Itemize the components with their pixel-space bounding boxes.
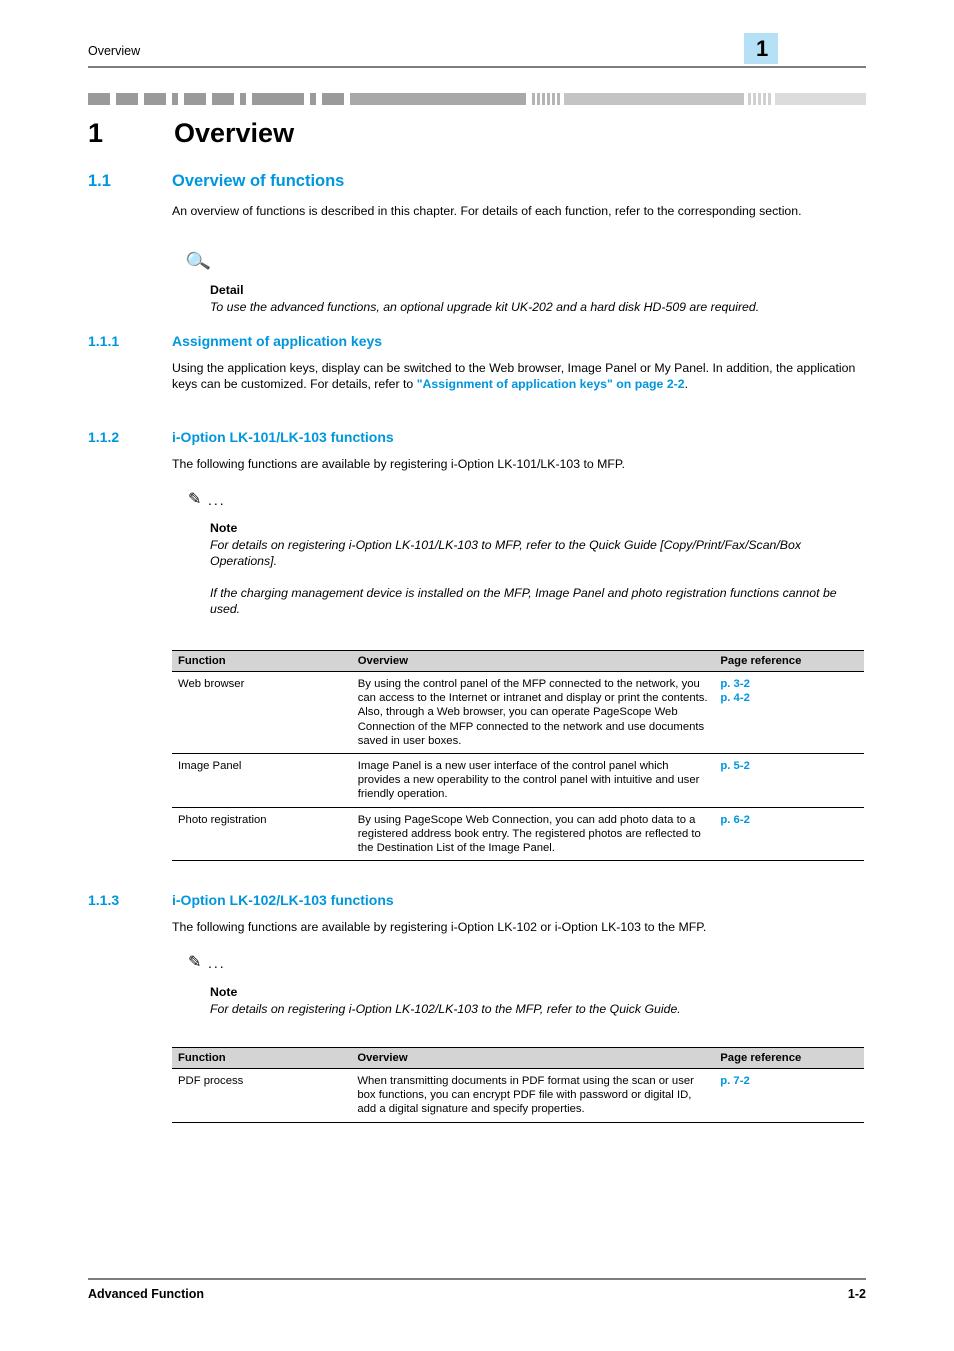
- note-label-1: Note: [210, 521, 238, 535]
- table1-header-function: Function: [172, 650, 352, 672]
- section-1-1-3-title: i-Option LK-102/LK-103 functions: [172, 892, 394, 908]
- magnifier-icon: 🔍: [184, 249, 212, 276]
- table-header-row: Function Overview Page reference: [172, 1047, 864, 1069]
- section-1-1-1-body-part2: .: [684, 377, 689, 391]
- note-dots: ...: [208, 955, 226, 971]
- table1-row1-overview: Image Panel is a new user interface of t…: [351, 753, 715, 808]
- note-text-2a: For details on registering i-Option LK-1…: [210, 1002, 681, 1016]
- page-ref-link[interactable]: p. 6-2: [720, 813, 858, 827]
- pencil-icon: ✎: [188, 491, 202, 508]
- page-ref-link[interactable]: p. 4-2: [720, 691, 858, 705]
- functions-table-1: Function Overview Page reference Web bro…: [172, 650, 864, 862]
- section-1-1-1-body: Using the application keys, display can …: [172, 360, 864, 392]
- table1-header-page-reference: Page reference: [714, 650, 864, 672]
- section-1-1-2-title: i-Option LK-101/LK-103 functions: [172, 429, 394, 445]
- table-row: Web browser By using the control panel o…: [172, 671, 864, 755]
- document-page: Overview 1 1 Overview 1.1 Overview of fu…: [0, 0, 954, 1351]
- table1-row1-page-reference: p. 5-2: [714, 753, 864, 808]
- note-text-1b: If the charging management device is ins…: [210, 586, 837, 616]
- section-1-1-title: Overview of functions: [172, 172, 345, 190]
- table2-row0-overview: When transmitting documents in PDF forma…: [351, 1068, 715, 1123]
- section-1-1-1-title: Assignment of application keys: [172, 333, 383, 349]
- table2-header-overview: Overview: [351, 1047, 715, 1069]
- table2-row0-page-reference: p. 7-2: [714, 1068, 864, 1123]
- table-row: Photo registration By using PageScope We…: [172, 807, 864, 862]
- chapter-number: 1: [88, 118, 104, 148]
- header-divider: [88, 66, 866, 68]
- section-1-1-1-number: 1.1.1: [88, 333, 120, 349]
- table-row: PDF process When transmitting documents …: [172, 1068, 864, 1123]
- detail-text: To use the advanced functions, an option…: [210, 300, 760, 314]
- table1-row2-function: Photo registration: [172, 807, 352, 862]
- table1-row0-function: Web browser: [172, 671, 352, 755]
- section-1-1-3-body: The following functions are available by…: [172, 920, 707, 934]
- footer-page-number: 1-2: [847, 1287, 866, 1301]
- section-1-1-2-number: 1.1.2: [88, 429, 120, 445]
- decorative-bar: [88, 93, 866, 105]
- table1-row2-overview: By using PageScope Web Connection, you c…: [351, 807, 715, 862]
- table-header-row: Function Overview Page reference: [172, 650, 864, 672]
- section-1-1-intro: An overview of functions is described in…: [172, 204, 802, 218]
- detail-label: Detail: [210, 283, 244, 297]
- chapter-title: Overview: [174, 118, 295, 148]
- table2-header-page-reference: Page reference: [714, 1047, 864, 1069]
- chapter-tab-number: 1: [756, 36, 769, 61]
- table-row: Image Panel Image Panel is a new user in…: [172, 753, 864, 808]
- functions-table-2: Function Overview Page reference PDF pro…: [172, 1047, 864, 1123]
- note-text-1a: For details on registering i-Option LK-1…: [210, 538, 801, 568]
- table1-row1-function: Image Panel: [172, 753, 352, 808]
- table1-row0-overview: By using the control panel of the MFP co…: [351, 671, 715, 755]
- section-1-1-2-body: The following functions are available by…: [172, 457, 625, 471]
- section-1-1-3-number: 1.1.3: [88, 892, 120, 908]
- table1-row2-page-reference: p. 6-2: [714, 807, 864, 862]
- page-ref-link[interactable]: p. 5-2: [720, 759, 858, 773]
- header-title: Overview: [88, 44, 141, 58]
- table1-row0-page-reference: p. 3-2 p. 4-2: [714, 671, 864, 755]
- footer-left-text: Advanced Function: [88, 1287, 204, 1301]
- table2-header-function: Function: [172, 1047, 352, 1069]
- section-1-1-number: 1.1: [88, 172, 111, 190]
- note-dots: ...: [208, 492, 226, 508]
- cross-reference-link[interactable]: "Assignment of application keys" on page…: [417, 377, 685, 391]
- pencil-icon: ✎: [188, 954, 202, 971]
- table1-header-overview: Overview: [351, 650, 715, 672]
- note-label-2: Note: [210, 985, 238, 999]
- footer-divider: [88, 1278, 866, 1280]
- page-ref-link[interactable]: p. 3-2: [720, 677, 858, 691]
- page-ref-link[interactable]: p. 7-2: [720, 1074, 858, 1088]
- table2-row0-function: PDF process: [172, 1068, 352, 1123]
